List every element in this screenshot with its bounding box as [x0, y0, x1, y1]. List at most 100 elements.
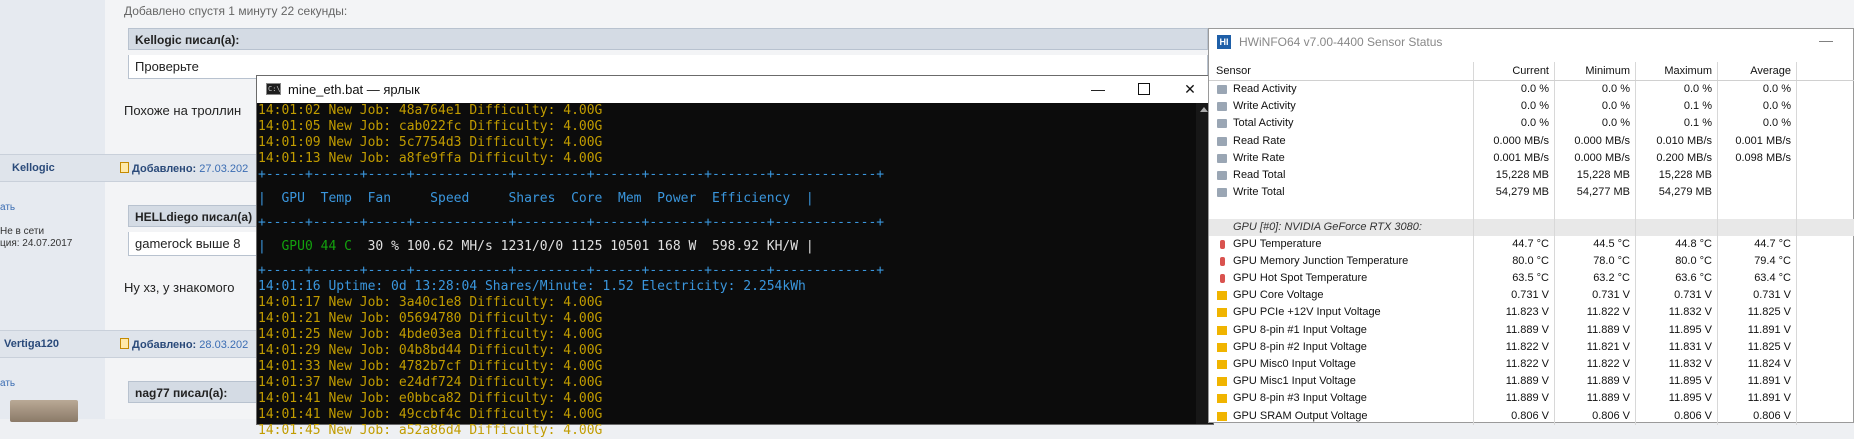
current-value: 0.806 V	[1474, 407, 1555, 425]
sensor-row[interactable]: GPU SRAM Output Voltage 0.806 V 0.806 V 0.8…	[1209, 407, 1854, 425]
sensor-row[interactable]: Total Activity 0.0 % 0.0 % 0.1 % 0.0 %	[1209, 115, 1854, 133]
job-line: 14:01:21 New Job: 05694780 Difficulty: 4…	[258, 311, 603, 326]
current-value: 0.0 %	[1474, 115, 1555, 133]
average-value: 0.001 MB/s	[1718, 132, 1797, 150]
column-header-average[interactable]: Average	[1718, 62, 1797, 80]
minimum-value: 0.0 %	[1555, 98, 1636, 116]
sensor-row[interactable]: Write Activity 0.0 % 0.0 % 0.1 % 0.0 %	[1209, 98, 1854, 116]
profile-link[interactable]: ать	[0, 378, 15, 389]
sensor-row[interactable]: Read Rate 0.000 MB/s 0.000 MB/s 0.010 MB/s 0…	[1209, 132, 1854, 150]
post-username[interactable]: Kellogic	[12, 162, 55, 174]
maximize-icon	[1138, 83, 1150, 95]
post-doc-icon[interactable]	[120, 162, 129, 173]
user-registered: ция: 24.07.2017	[0, 238, 73, 249]
column-header-maximum[interactable]: Maximum	[1636, 62, 1718, 80]
sensor-name: GPU 8-pin #2 Input Voltage	[1209, 338, 1474, 356]
maximum-value: 44.8 °C	[1636, 235, 1718, 253]
sensor-row[interactable]: GPU 8-pin #1 Input Voltage 11.889 V 11.889…	[1209, 321, 1854, 339]
job-line: 14:01:33 New Job: 4782b7cf Difficulty: 4…	[258, 359, 603, 374]
column-header-sensor[interactable]: Sensor	[1209, 62, 1474, 80]
sensor-name: GPU Hot Spot Temperature	[1209, 270, 1474, 288]
sensor-row[interactable]: GPU Temperature 44.7 °C 44.5 °C 44.8 °C 44.7…	[1209, 235, 1854, 253]
maximum-value: 80.0 °C	[1636, 252, 1718, 271]
current-value	[1474, 218, 1555, 236]
post-added-label: Добавлено: 27.03.202	[120, 162, 248, 175]
average-value: 0.0 %	[1718, 81, 1797, 99]
sensor-name: Write Activity	[1209, 98, 1474, 116]
console-output[interactable]: 14:01:02 New Job: 48a764e1 Difficulty: 4…	[257, 103, 1198, 438]
sensor-row[interactable]: Read Activity 0.0 % 0.0 % 0.0 % 0.0 %	[1209, 81, 1854, 99]
current-value: 0.731 V	[1474, 287, 1555, 305]
sensor-name: Total Activity	[1209, 115, 1474, 133]
console-title: mine_eth.bat — ярлык	[288, 82, 420, 97]
average-value: 0.0 %	[1718, 115, 1797, 133]
sensor-group-header[interactable]: GPU [#0]: NVIDIA GeForce RTX 3080:	[1209, 218, 1854, 236]
column-header-current[interactable]: Current	[1474, 62, 1555, 80]
minimize-button[interactable]: —	[1819, 32, 1833, 48]
job-line: 14:01:41 New Job: e0bbca82 Difficulty: 4…	[258, 391, 603, 406]
minimum-value: 11.889 V	[1555, 373, 1636, 391]
stats-table-border: +-----+------+-----+------------+-------…	[258, 167, 885, 182]
maximum-value: 0.1 %	[1636, 115, 1718, 133]
column-header-minimum[interactable]: Minimum	[1555, 62, 1636, 80]
profile-link[interactable]: ать	[0, 202, 15, 213]
maximize-button[interactable]	[1121, 76, 1167, 103]
sensor-row[interactable]: Write Total 54,279 MB 54,277 MB 54,279 MB	[1209, 184, 1854, 202]
maximum-value: 0.1 %	[1636, 98, 1718, 116]
sensor-name: GPU Misc1 Input Voltage	[1209, 373, 1474, 391]
sensor-row[interactable]: GPU Core Voltage 0.731 V 0.731 V 0.731 V 0.7…	[1209, 287, 1854, 305]
gpu-row-name: GPU0 44 C	[281, 239, 352, 254]
sensor-row[interactable]: GPU PCIe +12V Input Voltage 11.823 V 11.82…	[1209, 304, 1854, 322]
sensor-name: GPU PCIe +12V Input Voltage	[1209, 304, 1474, 322]
console-job-lines: 14:01:02 New Job: 48a764e1 Difficulty: 4…	[258, 103, 1198, 167]
sensor-row[interactable]: Read Total 15,228 MB 15,228 MB 15,228 MB	[1209, 166, 1854, 185]
sensor-row[interactable]: GPU Memory Junction Temperature 80.0 °C 78…	[1209, 252, 1854, 271]
current-value: 44.7 °C	[1474, 235, 1555, 253]
current-value: 0.0 %	[1474, 81, 1555, 99]
average-value: 11.824 V	[1718, 356, 1797, 374]
uptime-line: 14:01:16 Uptime: 0d 13:28:04 Shares/Minu…	[258, 279, 806, 294]
maximum-value	[1636, 218, 1718, 236]
hwinfo-title-bar[interactable]: HI HWiNFO64 v7.00-4400 Sensor Status —	[1209, 29, 1853, 56]
post-date: 28.03.202	[199, 339, 249, 351]
hwinfo-app-icon: HI	[1217, 35, 1231, 49]
current-value	[1474, 201, 1555, 219]
sensor-table: Sensor Current Minimum Maximum Average R…	[1209, 62, 1854, 425]
job-line: 14:01:41 New Job: 49ccbf4c Difficulty: 4…	[258, 407, 603, 422]
sensor-name: GPU Temperature	[1209, 235, 1474, 253]
minimum-value: 0.0 %	[1555, 115, 1636, 133]
current-value: 80.0 °C	[1474, 252, 1555, 271]
current-value: 63.5 °C	[1474, 270, 1555, 288]
close-button[interactable]: ✕	[1167, 76, 1213, 103]
average-value: 11.825 V	[1718, 338, 1797, 356]
sensor-row[interactable]: GPU Misc0 Input Voltage 11.822 V 11.822 V1…	[1209, 356, 1854, 374]
minimum-value: 54,277 MB	[1555, 184, 1636, 202]
job-line: 14:01:45 New Job: a52a86d4 Difficulty: 4…	[258, 423, 603, 438]
gpu-row-border: |	[258, 239, 282, 254]
user-status: Не в сети	[0, 226, 45, 237]
console-title-bar[interactable]: C:\ mine_eth.bat — ярлык — ✕	[257, 76, 1213, 103]
sensor-row[interactable]: Write Rate 0.001 MB/s 0.000 MB/s 0.200 MB/s…	[1209, 149, 1854, 167]
sensor-row[interactable]: GPU 8-pin #2 Input Voltage 11.822 V 11.821…	[1209, 338, 1854, 356]
sensor-row[interactable]: GPU 8-pin #3 Input Voltage 11.889 V 11.889…	[1209, 390, 1854, 408]
minimum-value: 63.2 °C	[1555, 270, 1636, 288]
minimum-value: 0.731 V	[1555, 287, 1636, 305]
console-window: C:\ mine_eth.bat — ярлык — ✕ 14:01:02 Ne…	[256, 75, 1214, 438]
minimize-button[interactable]: —	[1075, 76, 1121, 103]
scroll-up-icon[interactable]	[1200, 107, 1208, 112]
sensor-name: GPU 8-pin #1 Input Voltage	[1209, 321, 1474, 339]
average-value: 63.4 °C	[1718, 270, 1797, 288]
minimum-value: 11.889 V	[1555, 390, 1636, 408]
minimum-value: 0.806 V	[1555, 407, 1636, 425]
post-username[interactable]: Vertiga120	[4, 338, 59, 350]
minimum-value: 0.000 MB/s	[1555, 132, 1636, 150]
average-value	[1718, 166, 1797, 185]
sensor-row[interactable]: GPU Misc1 Input Voltage 11.889 V 11.889 V1…	[1209, 373, 1854, 391]
hwinfo-window: HI HWiNFO64 v7.00-4400 Sensor Status — S…	[1208, 28, 1854, 425]
sensor-name: Read Rate	[1209, 132, 1474, 150]
post-doc-icon[interactable]	[120, 338, 129, 349]
sensor-row[interactable]: GPU Hot Spot Temperature 63.5 °C 63.2 °C 63…	[1209, 270, 1854, 288]
job-line: 14:01:29 New Job: 04b8bd44 Difficulty: 4…	[258, 343, 603, 358]
sensor-row[interactable]	[1209, 201, 1854, 219]
maximum-value: 0.0 %	[1636, 81, 1718, 99]
